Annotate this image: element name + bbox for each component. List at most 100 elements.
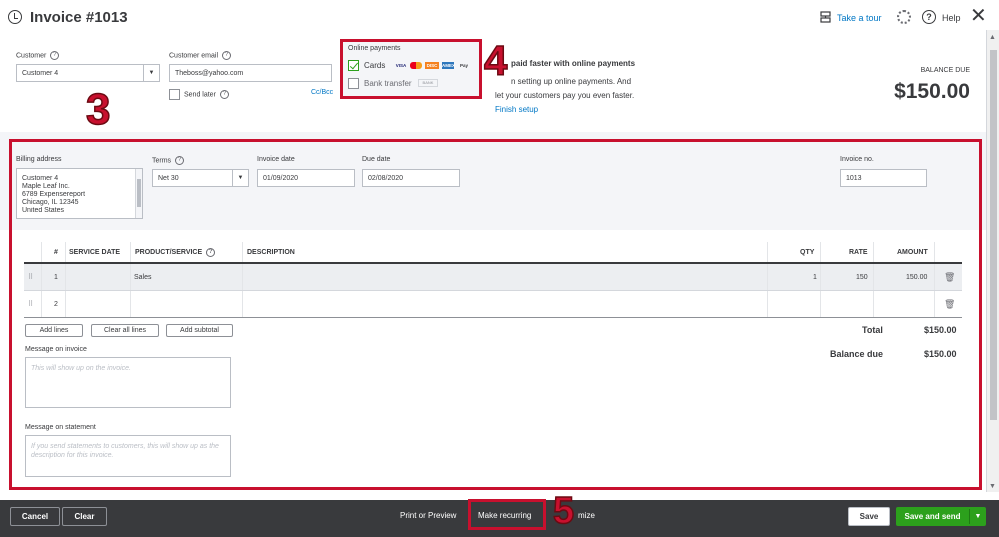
balance-due-total-label: Balance due [830,349,884,359]
row-rate[interactable]: 150 [856,264,868,290]
customer-label: Customer? [16,51,60,60]
terms-select-value: Net 30 [158,174,179,182]
annotation-number-4: 4 [483,37,508,84]
online-payments-title: Online payments [348,45,401,52]
billing-address-label: Billing address [16,156,62,163]
scroll-up-icon[interactable]: ▲ [989,34,996,41]
row-num: 2 [54,300,58,308]
send-later-text: Send later [184,91,216,99]
invoice-no-field[interactable]: 1013 [840,169,927,187]
billing-address-line: Maple Leaf Inc. [22,183,70,190]
gear-icon[interactable] [897,10,911,24]
clear-all-lines-button[interactable]: Clear all lines [91,324,159,337]
invoice-window: Invoice #1013 Take a tour ? Help ✕ Custo… [0,0,999,537]
total-amount: $150.00 [924,325,957,335]
table-row[interactable]: ⠿ 1 Sales 1 150 150.00 🗑 [24,264,962,291]
question-icon[interactable]: ? [50,51,60,60]
close-icon[interactable]: ✕ [970,6,987,26]
due-date-value: 02/08/2020 [368,174,404,182]
cc-bcc-link[interactable]: Cc/Bcc [311,89,333,96]
billing-address-line: Customer 4 [22,175,59,182]
send-later-checkbox[interactable] [169,89,180,100]
customer-select-value: Customer 4 [22,69,59,77]
invoice-date-label: Invoice date [257,156,295,163]
invoice-date-value: 01/09/2020 [263,174,299,182]
row-product[interactable]: Sales [134,264,152,290]
col-header-num: # [54,248,58,256]
col-header-description: DESCRIPTION [247,248,295,256]
billing-address-line: United States [22,207,65,213]
cancel-button[interactable]: Cancel [10,507,60,526]
send-later-label: Send later? [184,90,229,99]
promo-text-line-2: let your customers pay you even faster. [495,91,635,100]
row-num: 1 [54,273,58,281]
message-on-invoice-label: Message on invoice [25,346,87,353]
bank-transfer-checkbox[interactable] [348,78,359,89]
question-icon[interactable]: ? [206,247,216,257]
visa-logo-icon: VISA [395,63,407,68]
trash-icon[interactable]: 🗑 [944,264,955,290]
customize-link[interactable]: mize [578,511,595,520]
table-header-row: # SERVICE DATE PRODUCT/SERVICE? DESCRIPT… [24,242,962,264]
annotation-number-3: 3 [85,85,111,134]
question-icon[interactable]: ? [222,51,232,60]
invoice-no-label: Invoice no. [840,156,874,163]
add-subtotal-button[interactable]: Add subtotal [166,324,233,337]
discover-logo-icon: DISC [425,62,439,69]
row-qty[interactable]: 1 [813,264,817,290]
billing-address-field[interactable]: Customer 4 Maple Leaf Inc. 6789 Expenser… [16,168,143,219]
col-header-service-date: SERVICE DATE [69,248,121,256]
page-title: Invoice #1013 [30,9,128,26]
message-on-statement-field[interactable]: If you send statements to customers, thi… [25,435,231,477]
save-and-send-button[interactable]: Save and send ▼ [896,507,986,526]
customer-email-label: Customer email? [169,51,232,60]
chevron-down-icon[interactable]: ▼ [143,65,159,81]
due-date-field[interactable]: 02/08/2020 [362,169,460,187]
drag-handle-icon[interactable]: ⠿ [28,264,33,290]
question-icon[interactable]: ? [219,90,229,99]
help-link[interactable]: Help [942,13,961,23]
save-and-send-label[interactable]: Save and send [896,507,969,526]
recent-transactions-icon[interactable] [8,10,22,24]
print-or-preview-link[interactable]: Print or Preview [400,511,456,520]
mastercard-logo-icon: MC [410,62,422,69]
col-header-rate: RATE [849,248,868,256]
chevron-down-icon[interactable]: ▼ [970,507,986,526]
cards-label: Cards [364,61,386,70]
balance-due-total-amount: $150.00 [924,349,957,359]
scroll-down-icon[interactable]: ▼ [989,483,996,490]
save-button[interactable]: Save [848,507,890,526]
scrollbar-thumb[interactable] [990,50,997,420]
take-a-tour-link[interactable]: Take a tour [837,13,882,23]
trash-icon[interactable]: 🗑 [944,291,955,317]
chevron-down-icon[interactable]: ▼ [232,170,248,186]
clear-button[interactable]: Clear [62,507,107,526]
table-row[interactable]: ⠿ 2 🗑 [24,291,962,318]
add-lines-button[interactable]: Add lines [25,324,83,337]
customer-email-label-text: Customer email [169,52,219,60]
promo-headline: paid faster with online payments [511,59,636,68]
message-on-invoice-field[interactable]: This will show up on the invoice. [25,357,231,408]
total-label: Total [862,325,883,335]
billing-address-line: 6789 Expensereport [22,191,86,198]
make-recurring-link[interactable]: Make recurring [478,511,531,520]
col-header-qty: QTY [800,248,815,256]
invoice-no-value: 1013 [846,174,862,182]
page-scrollbar[interactable]: ▲ ▼ [986,30,999,492]
terms-label: Terms? [152,156,185,165]
row-amount[interactable]: 150.00 [906,264,927,290]
invoice-date-field[interactable]: 01/09/2020 [257,169,355,187]
bank-transfer-label: Bank transfer [364,79,412,88]
terms-select[interactable]: Net 30 ▼ [152,169,249,187]
customer-select[interactable]: Customer 4 ▼ [16,64,160,82]
help-icon[interactable]: ? [922,10,936,24]
finish-setup-link[interactable]: Finish setup [495,105,538,114]
cards-checkbox[interactable] [348,60,359,71]
signpost-icon[interactable] [820,11,831,24]
balance-due-label: BALANCE DUE [920,67,970,74]
drag-handle-icon[interactable]: ⠿ [28,291,33,317]
col-header-amount: AMOUNT [897,248,928,256]
customer-email-field[interactable]: Theboss@yahoo.com [169,64,332,82]
address-scrollbar[interactable] [135,169,142,218]
question-icon[interactable]: ? [175,156,185,165]
